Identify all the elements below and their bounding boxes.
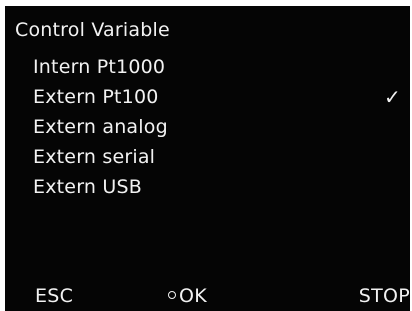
menu-item-label: Intern Pt1000 — [33, 56, 166, 78]
control-variable-menu: Intern Pt1000 Extern Pt100 ✓ Extern anal… — [33, 52, 403, 202]
menu-item-extern-serial[interactable]: Extern serial — [33, 142, 403, 172]
display-screen: Control Variable Intern Pt1000 Extern Pt… — [5, 6, 410, 311]
knob-press-icon — [168, 290, 176, 299]
esc-softkey[interactable]: ESC — [35, 281, 73, 311]
stop-softkey[interactable]: STOP — [359, 281, 410, 311]
menu-item-label: Extern USB — [33, 176, 142, 198]
device-bezel: Control Variable Intern Pt1000 Extern Pt… — [0, 0, 412, 311]
menu-item-label: Extern analog — [33, 116, 168, 138]
menu-item-extern-pt100[interactable]: Extern Pt100 ✓ — [33, 82, 403, 112]
checkmark-icon: ✓ — [384, 85, 401, 109]
menu-item-intern-pt1000[interactable]: Intern Pt1000 — [33, 52, 403, 82]
softkey-bar: ESC OK STOP — [5, 281, 410, 311]
menu-item-label: Extern serial — [33, 146, 156, 168]
ok-softkey[interactable]: OK — [168, 281, 207, 311]
screen-title: Control Variable — [15, 19, 170, 41]
menu-item-label: Extern Pt100 — [33, 86, 159, 108]
menu-item-extern-usb[interactable]: Extern USB — [33, 172, 403, 202]
menu-item-extern-analog[interactable]: Extern analog — [33, 112, 403, 142]
ok-softkey-label: OK — [179, 285, 208, 307]
